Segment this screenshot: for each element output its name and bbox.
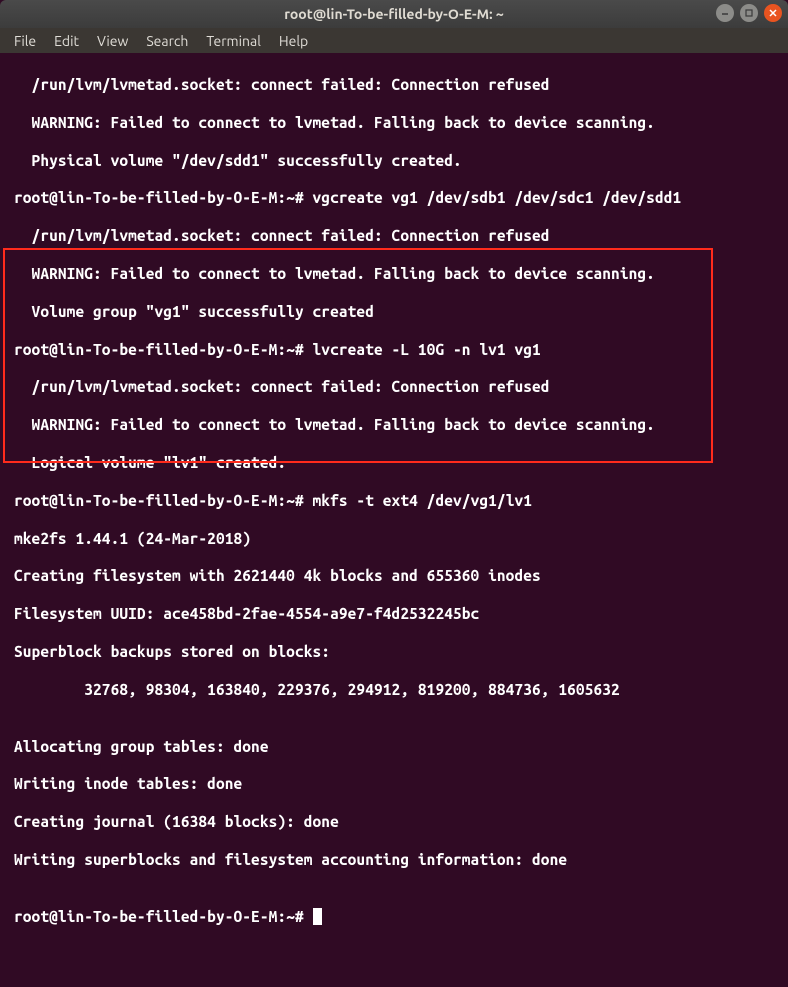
prompt-line: root@lin-To-be-filled-by-O-E-M:~# vgcrea…: [14, 189, 786, 208]
minimize-button[interactable]: [716, 4, 734, 22]
prompt-user: root@lin-To-be-filled-by-O-E-M: [14, 341, 277, 358]
command: vgcreate vg1 /dev/sdb1 /dev/sdc1 /dev/sd…: [313, 189, 682, 206]
window-title: root@lin-To-be-filled-by-O-E-M: ~: [284, 6, 504, 22]
prompt-path: ~: [286, 492, 295, 509]
prompt-path: ~: [286, 908, 295, 925]
menu-edit[interactable]: Edit: [46, 31, 87, 51]
prompt-user: root@lin-To-be-filled-by-O-E-M: [14, 189, 277, 206]
menu-bar: File Edit View Search Terminal Help: [0, 28, 788, 53]
output-line: mke2fs 1.44.1 (24-Mar-2018): [14, 530, 786, 549]
output-line: Volume group "vg1" successfully created: [14, 303, 786, 322]
output-line: 32768, 98304, 163840, 229376, 294912, 81…: [14, 681, 786, 700]
prompt-line: root@lin-To-be-filled-by-O-E-M:~#: [14, 908, 786, 927]
output-line: WARNING: Failed to connect to lvmetad. F…: [14, 114, 786, 133]
prompt-path: ~: [286, 341, 295, 358]
window-controls: [716, 4, 782, 22]
output-line: /run/lvm/lvmetad.socket: connect failed:…: [14, 227, 786, 246]
output-line: /run/lvm/lvmetad.socket: connect failed:…: [14, 76, 786, 95]
menu-file[interactable]: File: [6, 31, 44, 51]
cursor: [313, 908, 322, 925]
terminal-area[interactable]: /run/lvm/lvmetad.socket: connect failed:…: [0, 53, 788, 987]
menu-view[interactable]: View: [89, 31, 136, 51]
prompt-line: root@lin-To-be-filled-by-O-E-M:~# mkfs -…: [14, 492, 786, 511]
output-line: Physical volume "/dev/sdd1" successfully…: [14, 152, 786, 171]
command: mkfs -t ext4 /dev/vg1/lv1: [313, 492, 533, 509]
output-line: Creating filesystem with 2621440 4k bloc…: [14, 567, 786, 586]
close-button[interactable]: [764, 4, 782, 22]
output-line: WARNING: Failed to connect to lvmetad. F…: [14, 416, 786, 435]
menu-terminal[interactable]: Terminal: [198, 31, 269, 51]
command: lvcreate -L 10G -n lv1 vg1: [313, 341, 541, 358]
prompt-path: ~: [286, 189, 295, 206]
prompt-user: root@lin-To-be-filled-by-O-E-M: [14, 492, 277, 509]
output-line: Filesystem UUID: ace458bd-2fae-4554-a9e7…: [14, 605, 786, 624]
output-line: Superblock backups stored on blocks:: [14, 643, 786, 662]
output-line: WARNING: Failed to connect to lvmetad. F…: [14, 265, 786, 284]
prompt-user: root@lin-To-be-filled-by-O-E-M: [14, 908, 277, 925]
window-titlebar: root@lin-To-be-filled-by-O-E-M: ~: [0, 0, 788, 28]
output-line: Logical volume "lv1" created.: [14, 454, 786, 473]
menu-help[interactable]: Help: [271, 31, 316, 51]
menu-search[interactable]: Search: [138, 31, 196, 51]
prompt-line: root@lin-To-be-filled-by-O-E-M:~# lvcrea…: [14, 341, 786, 360]
output-line: /run/lvm/lvmetad.socket: connect failed:…: [14, 378, 786, 397]
output-line: Creating journal (16384 blocks): done: [14, 813, 786, 832]
maximize-button[interactable]: [740, 4, 758, 22]
output-line: Writing inode tables: done: [14, 775, 786, 794]
output-line: Writing superblocks and filesystem accou…: [14, 851, 786, 870]
output-line: Allocating group tables: done: [14, 738, 786, 757]
